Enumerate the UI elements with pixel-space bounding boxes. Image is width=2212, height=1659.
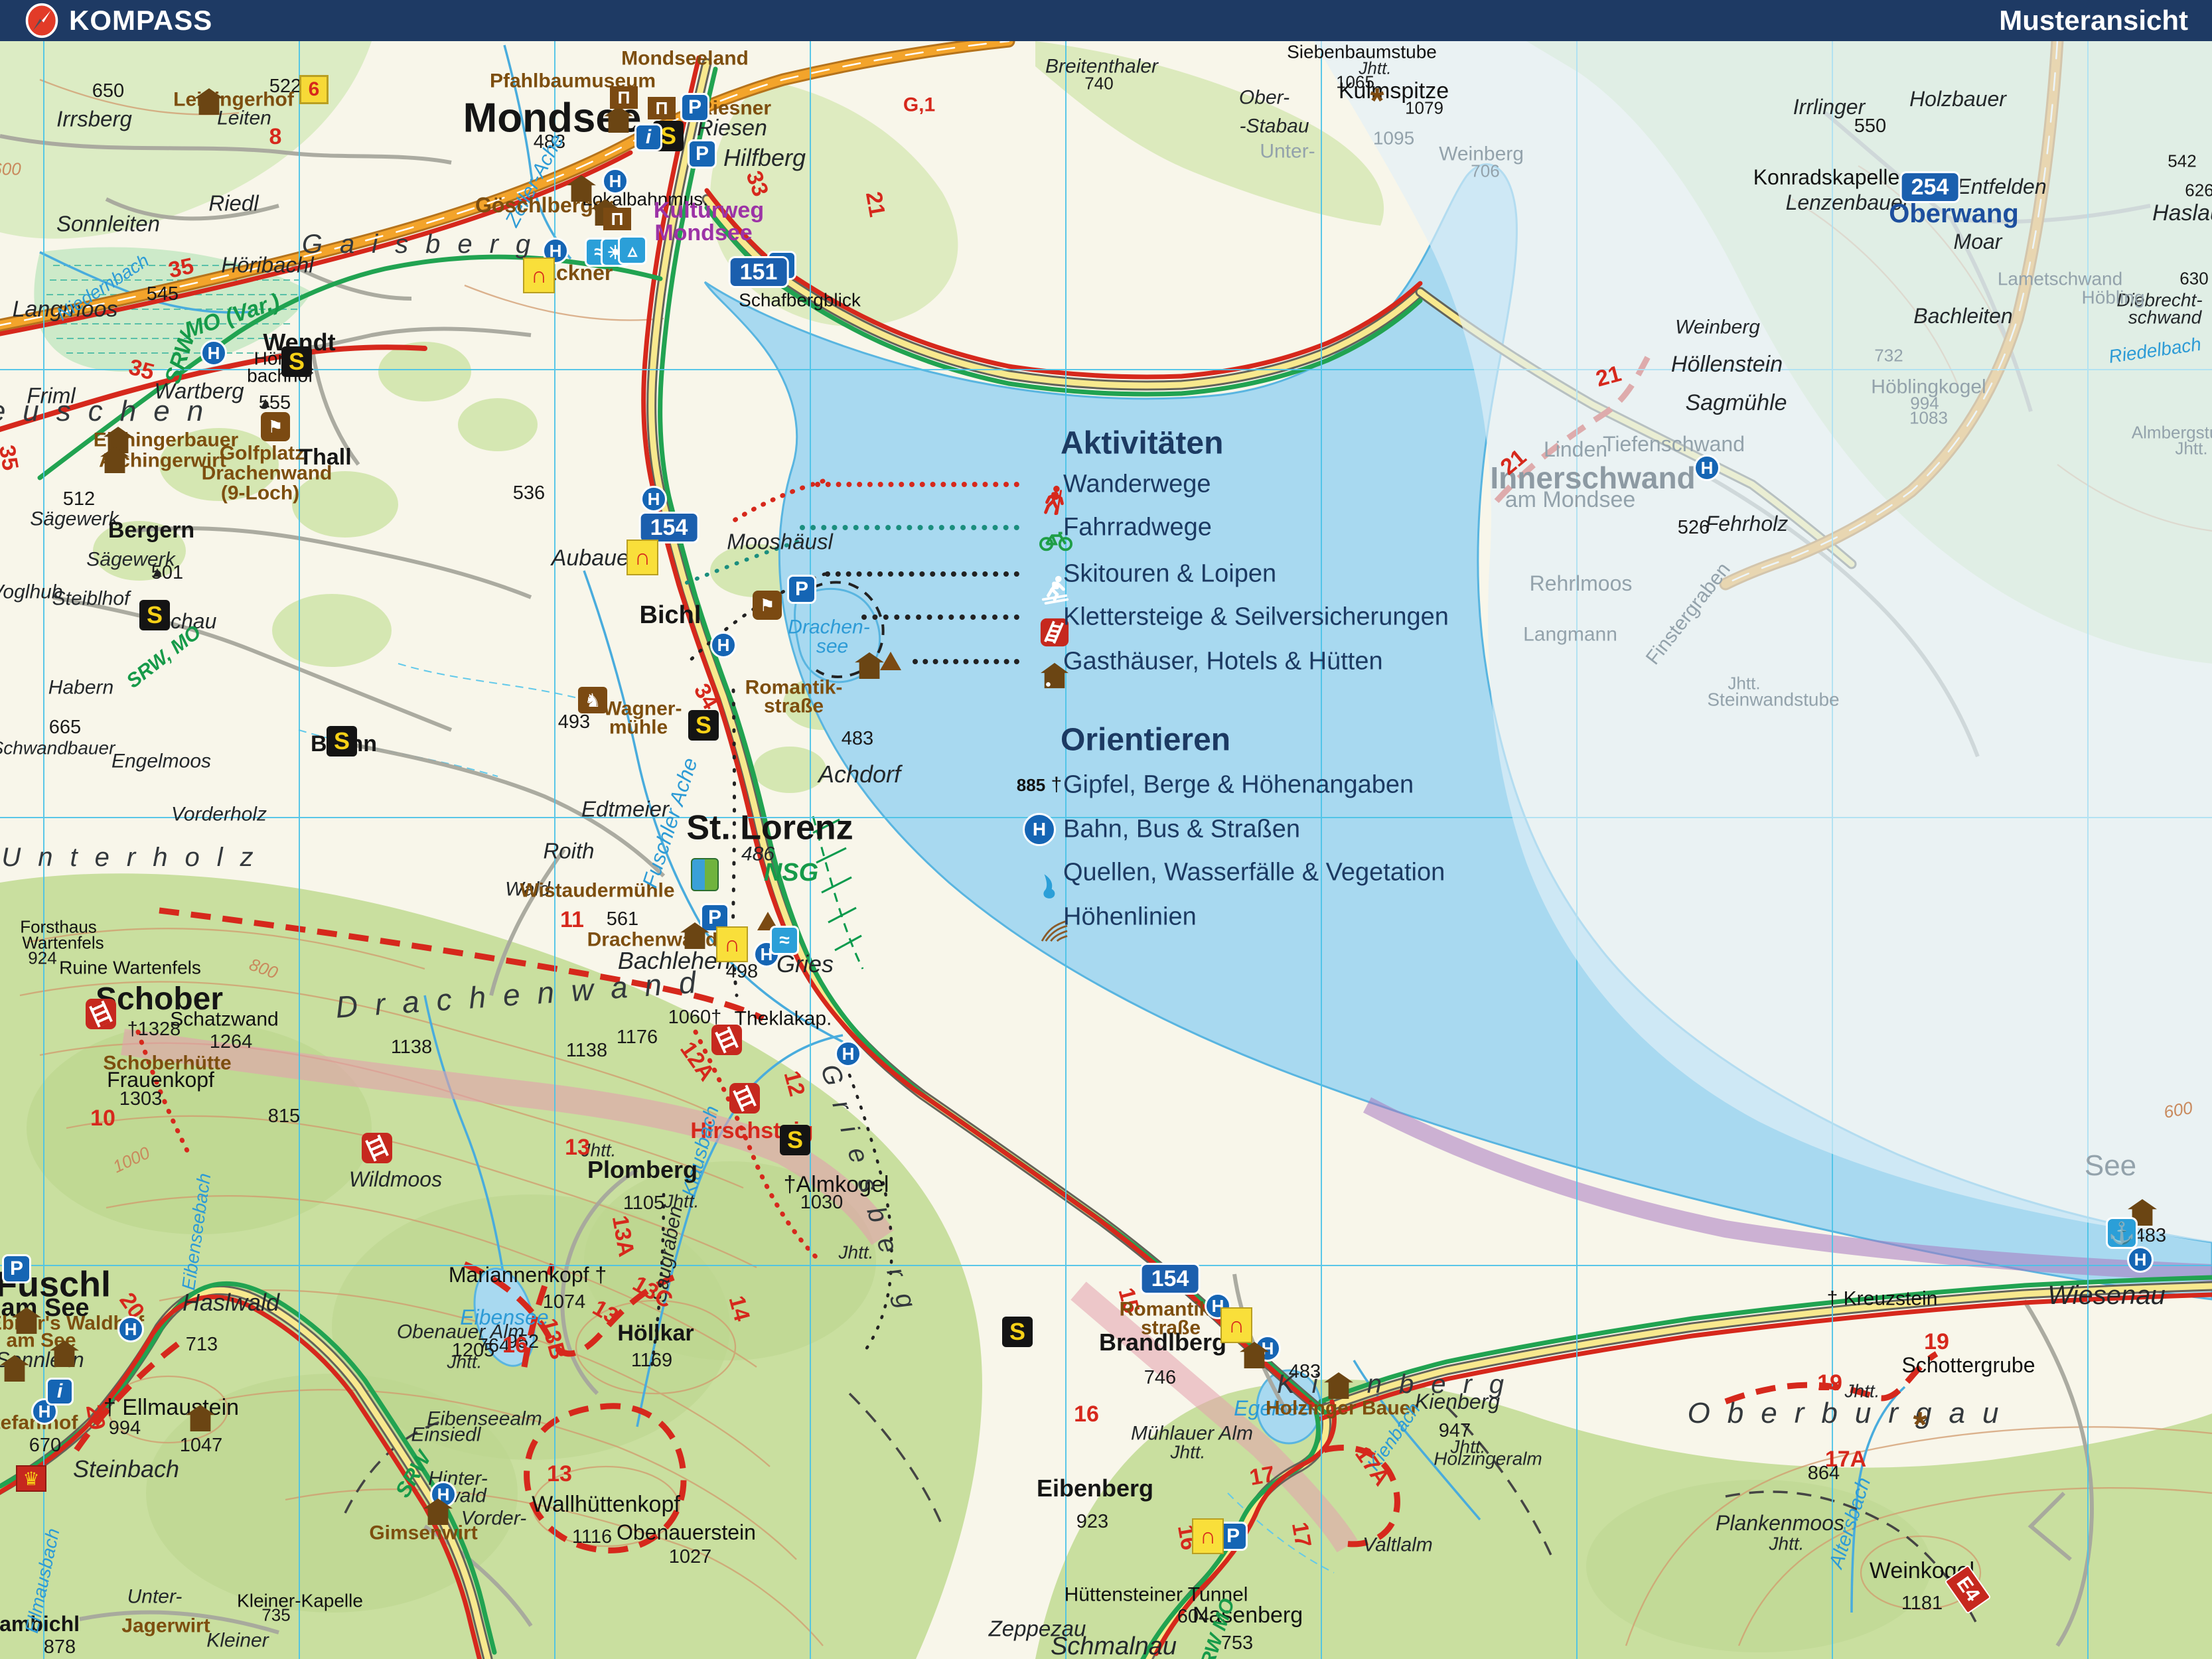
brand-name: KOMPASS: [69, 5, 212, 36]
map-canvas[interactable]: Mondsee483PfahlbaumuseumMondseelandRiesn…: [0, 0, 2212, 1659]
page-title: Musteransicht: [1999, 5, 2188, 36]
page: Mondsee483PfahlbaumuseumMondseelandRiesn…: [0, 0, 2212, 1659]
brand: KOMPASS: [24, 3, 212, 38]
map-base-art: [0, 0, 2212, 1659]
top-bar: KOMPASS Musteransicht: [0, 0, 2212, 41]
kompass-logo-icon: [24, 3, 60, 38]
